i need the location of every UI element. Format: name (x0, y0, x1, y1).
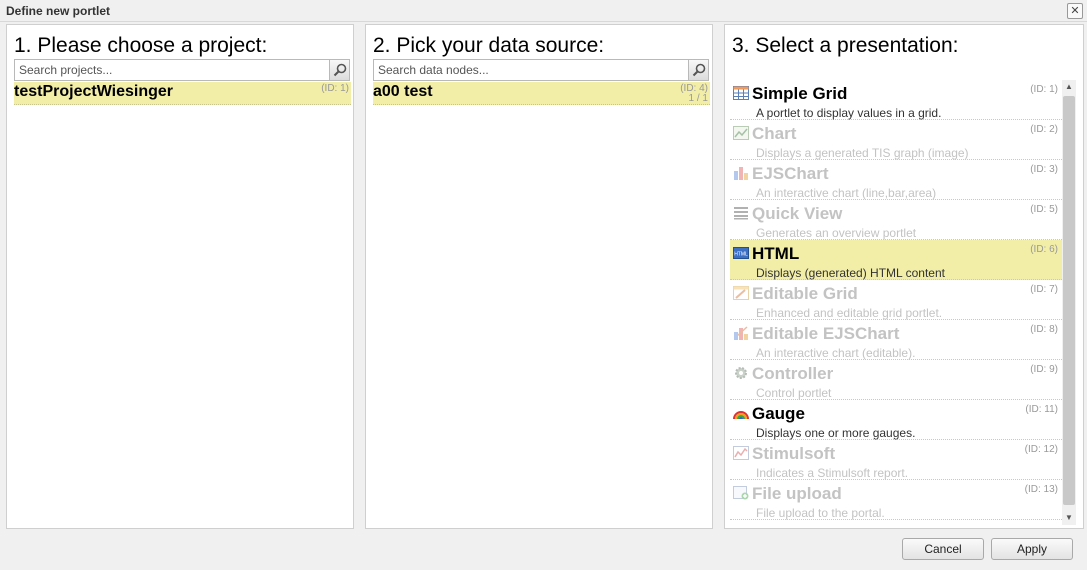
project-search-button[interactable] (329, 60, 349, 80)
title-bar: Define new portlet ✕ (0, 0, 1087, 22)
presentation-name: Quick View (752, 204, 843, 223)
presentation-name: Editable EJSChart (752, 324, 900, 343)
project-id: (ID: 1) (321, 83, 349, 94)
edit-chart-icon (734, 326, 748, 340)
presentation-name: Simple Grid (752, 84, 848, 103)
scroll-thumb[interactable] (1063, 96, 1075, 505)
datasource-panel-title: 2. Pick your data source: (373, 34, 605, 57)
svg-text:HTML: HTML (734, 252, 748, 258)
presentation-id: (ID: 8) (1030, 324, 1058, 335)
presentation-panel: 3. Select a presentation: Simple Grid A … (724, 24, 1084, 529)
presentation-item-editable-ejschart[interactable]: Editable EJSChart An interactive chart (… (730, 320, 1062, 360)
close-icon[interactable]: ✕ (1067, 3, 1083, 19)
scroll-up-arrow-icon[interactable]: ▲ (1062, 80, 1076, 94)
presentation-desc: Displays one or more gauges. (756, 426, 916, 440)
bar-chart-icon (734, 167, 748, 180)
gear-icon (735, 367, 747, 379)
project-panel-title: 1. Please choose a project: (14, 34, 268, 57)
dialog-title: Define new portlet (6, 4, 111, 18)
presentation-item-file-upload[interactable]: File upload File upload to the portal. (… (730, 480, 1062, 520)
presentation-item-stimulsoft[interactable]: Stimulsoft Indicates a Stimulsoft report… (730, 440, 1062, 480)
report-icon (733, 446, 749, 460)
presentation-name: File upload (752, 484, 842, 503)
presentation-item-html[interactable]: HTML HTML Displays (generated) HTML cont… (730, 240, 1062, 280)
presentation-item-ejschart[interactable]: EJSChart An interactive chart (line,bar,… (730, 160, 1062, 200)
presentation-name: EJSChart (752, 164, 829, 183)
datasource-search (373, 59, 709, 81)
project-row[interactable]: testProjectWiesinger (ID: 1) (14, 82, 351, 105)
presentation-item-quick-view[interactable]: Quick View Generates an overview portlet… (730, 200, 1062, 240)
edit-grid-icon (733, 286, 749, 300)
presentation-desc: An interactive chart (editable). (756, 346, 916, 360)
rainbow-icon (733, 411, 749, 420)
presentation-list: Simple Grid A portlet to display values … (730, 80, 1062, 525)
presentation-id: (ID: 1) (1030, 84, 1058, 95)
presentation-id: (ID: 2) (1030, 124, 1058, 135)
presentation-scrollbar[interactable]: ▲ ▼ (1062, 80, 1076, 525)
html-icon: HTML (733, 247, 749, 259)
presentation-id: (ID: 11) (1025, 404, 1058, 415)
datasource-search-input[interactable] (374, 60, 690, 80)
search-icon (333, 63, 347, 77)
presentation-desc: Enhanced and editable grid portlet. (756, 306, 943, 320)
presentation-desc: Control portlet (756, 386, 832, 400)
presentation-name: Controller (752, 364, 834, 383)
search-icon (692, 63, 706, 77)
presentation-desc: File upload to the portal. (756, 506, 885, 520)
cancel-button[interactable]: Cancel (902, 538, 984, 560)
presentation-id: (ID: 3) (1030, 164, 1058, 175)
image-chart-icon (733, 126, 749, 140)
datasource-search-button[interactable] (688, 60, 708, 80)
presentation-name: HTML (752, 244, 800, 263)
presentation-desc: An interactive chart (line,bar,area) (756, 186, 937, 200)
project-search-input[interactable] (15, 60, 331, 80)
presentation-item-editable-grid[interactable]: Editable Grid Enhanced and editable grid… (730, 280, 1062, 320)
presentation-item-chart[interactable]: Chart Displays a generated TIS graph (im… (730, 120, 1062, 160)
presentation-item-controller[interactable]: Controller Control portlet (ID: 9) (730, 360, 1062, 400)
datasource-row[interactable]: a00 test (ID: 4) 1 / 1 (373, 82, 710, 105)
project-panel: 1. Please choose a project: testProjectW… (6, 24, 354, 529)
presentation-desc: Generates an overview portlet (756, 226, 917, 240)
presentation-panel-title: 3. Select a presentation: (732, 34, 959, 57)
presentation-desc: Displays a generated TIS graph (image) (756, 146, 969, 160)
presentation-name: Stimulsoft (752, 444, 836, 463)
presentation-desc: A portlet to display values in a grid. (756, 106, 942, 120)
grid-icon (733, 86, 749, 100)
presentation-item-gauge[interactable]: Gauge Displays one or more gauges. (ID: … (730, 400, 1062, 440)
presentation-id: (ID: 6) (1030, 244, 1058, 255)
datasource-count: 1 / 1 (688, 93, 708, 104)
presentation-name: Chart (752, 124, 797, 143)
presentation-name: Editable Grid (752, 284, 858, 303)
presentation-name: Gauge (752, 404, 805, 423)
presentation-id: (ID: 12) (1024, 444, 1058, 455)
project-name: testProjectWiesinger (14, 83, 174, 100)
presentation-id: (ID: 9) (1030, 364, 1058, 375)
datasource-panel: 2. Pick your data source: a00 test (ID: … (365, 24, 713, 529)
scroll-down-arrow-icon[interactable]: ▼ (1062, 511, 1076, 525)
datasource-name: a00 test (373, 83, 433, 100)
upload-icon (733, 486, 749, 500)
presentation-desc: Indicates a Stimulsoft report. (756, 466, 909, 480)
presentation-id: (ID: 7) (1030, 284, 1058, 295)
presentation-desc: Displays (generated) HTML content (756, 266, 945, 280)
project-search (14, 59, 350, 81)
presentation-id: (ID: 13) (1024, 484, 1058, 495)
list-icon (734, 207, 748, 220)
presentation-id: (ID: 5) (1030, 204, 1058, 215)
presentation-item-simple-grid[interactable]: Simple Grid A portlet to display values … (730, 80, 1062, 120)
apply-button[interactable]: Apply (991, 538, 1073, 560)
